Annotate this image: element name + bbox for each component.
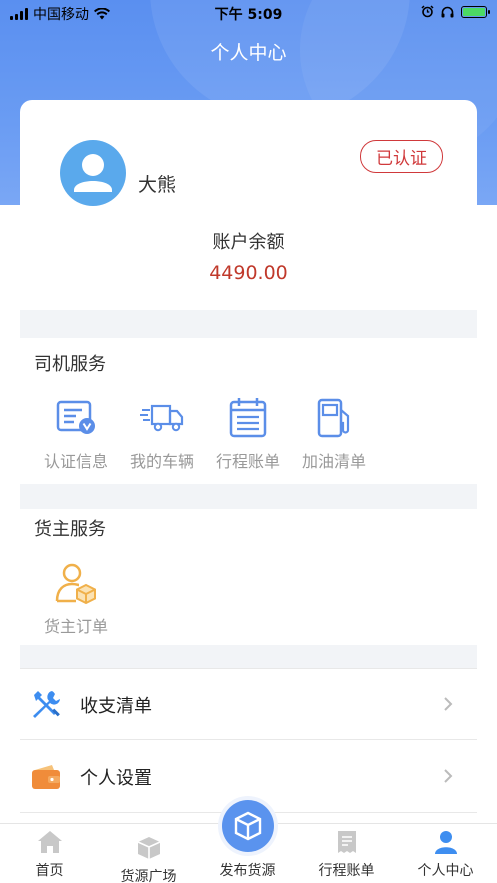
tab-label: 货源广场 (120, 869, 177, 883)
service-item-certification[interactable]: 认证信息 (33, 396, 119, 472)
service-item-shipper-orders[interactable]: 货主订单 (33, 561, 119, 637)
headphones-icon (441, 6, 454, 17)
service-label: 行程账单 (215, 452, 280, 471)
service-label: 加油清单 (301, 452, 366, 471)
avatar[interactable] (60, 140, 126, 206)
tab-publish-cargo[interactable]: 发布货源 (198, 800, 297, 883)
user-avatar-icon (74, 154, 112, 192)
alarm-icon (421, 5, 434, 18)
menu-item-income-expense[interactable]: 收支清单 (20, 668, 477, 740)
wallet-icon (32, 765, 60, 789)
chevron-right-icon (444, 697, 453, 711)
driver-services-section: 司机服务 认证信息 我的车辆 行程账单 加油清单 (20, 338, 477, 484)
balance-label: 账户余额 (212, 232, 285, 253)
battery-icon (461, 5, 490, 18)
service-item-trip-bill[interactable]: 行程账单 (205, 396, 291, 472)
tab-label: 发布货源 (219, 863, 276, 879)
calendar-icon (229, 398, 267, 438)
publish-button[interactable] (221, 800, 274, 852)
chevron-right-icon (444, 769, 453, 783)
receipt-icon (337, 831, 356, 853)
section-divider (20, 484, 477, 509)
section-divider (20, 310, 477, 338)
user-name: 大熊 (138, 174, 177, 196)
tab-personal-center[interactable]: 个人中心 (396, 824, 495, 883)
tab-cargo-square[interactable]: 货源广场 (99, 830, 198, 883)
tab-label: 个人中心 (417, 863, 474, 879)
status-right (421, 5, 490, 18)
service-label: 货主订单 (43, 617, 108, 636)
shipper-services-title: 货主服务 (34, 519, 106, 540)
tab-label: 首页 (35, 863, 64, 879)
fuel-pump-icon (317, 398, 350, 438)
tab-trip-bill[interactable]: 行程账单 (297, 824, 396, 883)
box-icon (137, 837, 160, 859)
menu-item-label: 个人设置 (80, 768, 152, 789)
balance-value[interactable]: 4490.00 (20, 262, 477, 284)
tools-icon (33, 691, 60, 718)
shipper-services-section: 货主服务 货主订单 (20, 509, 477, 645)
shipper-package-icon (55, 563, 96, 605)
truck-icon (140, 404, 184, 432)
driver-services-title: 司机服务 (34, 354, 106, 375)
tab-home[interactable]: 首页 (0, 824, 99, 883)
menu-item-label: 收支清单 (80, 696, 152, 717)
home-icon (37, 831, 62, 853)
person-icon (434, 831, 457, 854)
service-label: 认证信息 (43, 452, 108, 471)
service-label: 我的车辆 (129, 452, 194, 471)
tab-bar: 首页 货源广场 发布货源 行程账单 个人中心 (0, 800, 497, 883)
publish-box-icon (234, 811, 261, 841)
section-divider (20, 645, 477, 668)
status-bar: 中国移动 下午 5:09 (0, 0, 497, 26)
service-item-my-vehicles[interactable]: 我的车辆 (119, 396, 205, 472)
id-card-icon (56, 400, 95, 434)
service-item-fuel-list[interactable]: 加油清单 (291, 396, 377, 472)
profile-card: 大熊 已认证 账户余额 4490.00 (20, 100, 477, 310)
tab-label: 行程账单 (318, 863, 375, 879)
verified-badge: 已认证 (360, 140, 443, 173)
page-title: 个人中心 (210, 42, 287, 64)
